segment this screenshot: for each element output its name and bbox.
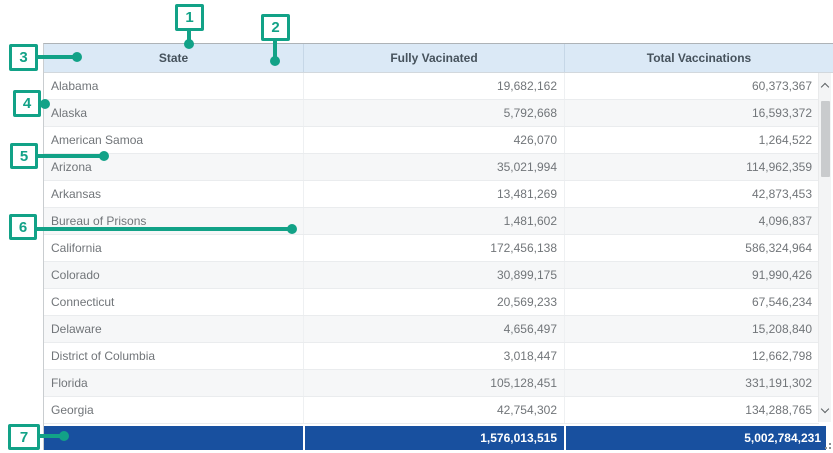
- total-vaccinations-cell: 67,546,234: [564, 289, 819, 315]
- fully-vaccinated-cell: 1,481,602: [303, 208, 564, 234]
- column-header-total-vaccinations[interactable]: Total Vaccinations: [564, 44, 833, 72]
- table-header-row: State Fully Vacinated Total Vaccinations: [44, 44, 833, 73]
- total-vaccinations-cell: 12,662,798: [564, 343, 819, 369]
- annotated-vaccination-table-screenshot: State Fully Vacinated Total Vaccinations…: [0, 0, 833, 453]
- scrollbar-thumb[interactable]: [821, 101, 830, 177]
- state-cell: Arkansas: [44, 181, 303, 207]
- grip-dots: [829, 443, 831, 445]
- annotation-marker-4: 4: [13, 90, 41, 117]
- annotation-dot-4: [40, 99, 50, 109]
- total-vaccinations-cell: 331,191,302: [564, 370, 819, 396]
- scroll-down-button[interactable]: [819, 402, 831, 418]
- scroll-up-button[interactable]: [819, 77, 831, 93]
- total-vaccinations-cell: 586,324,964: [564, 235, 819, 261]
- annotation-stem-5: [36, 154, 104, 158]
- fully-vaccinated-cell: 20,569,233: [303, 289, 564, 315]
- annotation-marker-5: 5: [10, 143, 38, 169]
- table-row[interactable]: Florida 105,128,451 331,191,302: [44, 370, 819, 397]
- state-cell: California: [44, 235, 303, 261]
- fully-vaccinated-cell: 105,128,451: [303, 370, 564, 396]
- annotation-dot-7: [59, 431, 69, 441]
- annotation-marker-2: 2: [261, 14, 290, 41]
- table-row[interactable]: Georgia 42,754,302 134,288,765: [44, 397, 819, 424]
- state-cell: Connecticut: [44, 289, 303, 315]
- total-vaccinations-cell: 42,873,453: [564, 181, 819, 207]
- annotation-stem-3: [36, 55, 77, 59]
- table-row[interactable]: Arizona 35,021,994 114,962,359: [44, 154, 819, 181]
- total-vaccinations-cell: 60,373,367: [564, 73, 819, 99]
- fully-vaccinated-cell: 3,018,447: [303, 343, 564, 369]
- total-vaccinations-sum: 5,002,784,231: [564, 426, 826, 450]
- table-row[interactable]: Alaska 5,792,668 16,593,372: [44, 100, 819, 127]
- annotation-dot-6: [287, 224, 297, 234]
- table-row[interactable]: American Samoa 426,070 1,264,522: [44, 127, 819, 154]
- annotation-dot-5: [99, 151, 109, 161]
- column-header-state[interactable]: State: [44, 44, 303, 72]
- annotation-dot-1: [184, 39, 194, 49]
- annotation-marker-6: 6: [9, 214, 37, 240]
- fully-vaccinated-cell: 5,792,668: [303, 100, 564, 126]
- column-header-fully-vaccinated[interactable]: Fully Vacinated: [303, 44, 564, 72]
- fully-vaccinated-cell: 13,481,269: [303, 181, 564, 207]
- vaccination-table: State Fully Vacinated Total Vaccinations…: [43, 43, 833, 450]
- table-row[interactable]: District of Columbia 3,018,447 12,662,79…: [44, 343, 819, 370]
- total-row-state-cell: [44, 426, 303, 450]
- annotation-marker-3: 3: [9, 44, 38, 71]
- total-vaccinations-cell: 91,990,426: [564, 262, 819, 288]
- table-row[interactable]: Alabama 19,682,162 60,373,367: [44, 73, 819, 100]
- total-vaccinations-cell: 134,288,765: [564, 397, 819, 423]
- fully-vaccinated-cell: 30,899,175: [303, 262, 564, 288]
- resize-grip-icon[interactable]: [823, 443, 831, 451]
- vertical-scrollbar[interactable]: [818, 73, 831, 422]
- chevron-down-icon: [821, 404, 829, 412]
- fully-vaccinated-cell: 19,682,162: [303, 73, 564, 99]
- state-cell: Alabama: [44, 73, 303, 99]
- table-row[interactable]: Connecticut 20,569,233 67,546,234: [44, 289, 819, 316]
- table-row[interactable]: Colorado 30,899,175 91,990,426: [44, 262, 819, 289]
- table-rows: Alabama 19,682,162 60,373,367 Alaska 5,7…: [44, 73, 819, 424]
- state-cell: American Samoa: [44, 127, 303, 153]
- state-cell: Alaska: [44, 100, 303, 126]
- fully-vaccinated-cell: 172,456,138: [303, 235, 564, 261]
- total-vaccinations-cell: 4,096,837: [564, 208, 819, 234]
- total-vaccinations-cell: 1,264,522: [564, 127, 819, 153]
- total-vaccinations-cell: 16,593,372: [564, 100, 819, 126]
- state-cell: Georgia: [44, 397, 303, 423]
- annotation-dot-3: [72, 52, 82, 62]
- fully-vaccinated-cell: 4,656,497: [303, 316, 564, 342]
- total-fully-vaccinated: 1,576,013,515: [303, 426, 564, 450]
- annotation-marker-7: 7: [8, 424, 40, 450]
- table-body: Alabama 19,682,162 60,373,367 Alaska 5,7…: [44, 73, 833, 424]
- state-cell: District of Columbia: [44, 343, 303, 369]
- total-vaccinations-cell: 114,962,359: [564, 154, 819, 180]
- state-cell: Florida: [44, 370, 303, 396]
- table-row[interactable]: California 172,456,138 586,324,964: [44, 235, 819, 262]
- fully-vaccinated-cell: 426,070: [303, 127, 564, 153]
- state-cell: Colorado: [44, 262, 303, 288]
- total-vaccinations-cell: 15,208,840: [564, 316, 819, 342]
- total-row: 1,576,013,515 5,002,784,231: [44, 426, 826, 450]
- fully-vaccinated-cell: 42,754,302: [303, 397, 564, 423]
- chevron-up-icon: [821, 82, 829, 90]
- state-cell: Delaware: [44, 316, 303, 342]
- table-row[interactable]: Arkansas 13,481,269 42,873,453: [44, 181, 819, 208]
- table-row[interactable]: Delaware 4,656,497 15,208,840: [44, 316, 819, 343]
- annotation-dot-2: [270, 56, 280, 66]
- annotation-marker-1: 1: [175, 4, 204, 31]
- fully-vaccinated-cell: 35,021,994: [303, 154, 564, 180]
- annotation-stem-6: [35, 227, 292, 231]
